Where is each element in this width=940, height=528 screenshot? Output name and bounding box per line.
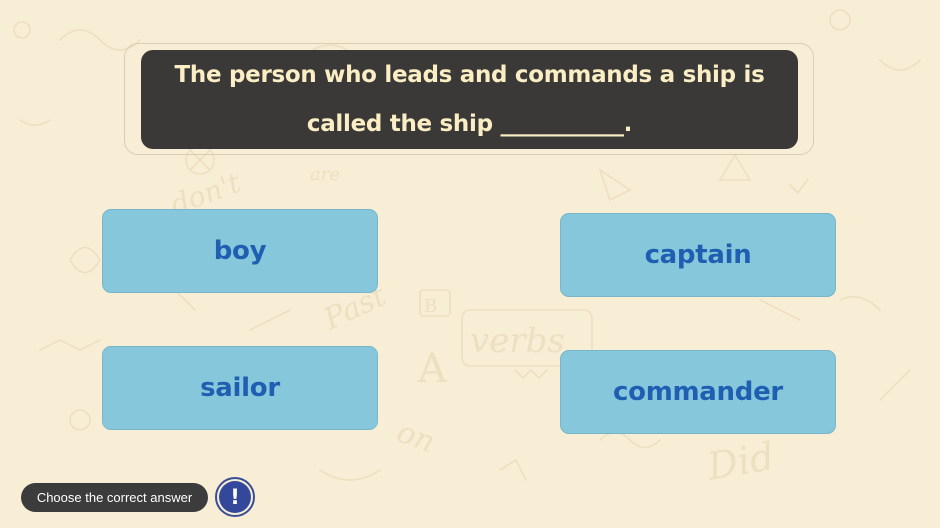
question-line-1: The person who leads and commands a ship…: [174, 61, 765, 88]
instruction-text: Choose the correct answer: [36, 490, 193, 505]
question-line-2: called the ship ___________.: [306, 110, 633, 137]
answer-option-captain[interactable]: captain: [560, 213, 836, 297]
svg-text:verbs: verbs: [470, 321, 565, 361]
svg-text:A: A: [417, 346, 448, 392]
answer-option-sailor[interactable]: sailor: [102, 346, 378, 430]
svg-text:are: are: [310, 164, 340, 185]
exclamation-icon: !: [219, 481, 251, 513]
svg-text:B: B: [424, 296, 437, 317]
answer-option-boy[interactable]: boy: [102, 209, 378, 293]
answer-label: commander: [613, 377, 783, 407]
svg-text:on: on: [392, 415, 439, 461]
instruction-pill: Choose the correct answer: [21, 483, 208, 512]
answer-label: captain: [644, 240, 752, 270]
answer-label: boy: [213, 236, 267, 266]
question-card: The person who leads and commands a ship…: [141, 50, 798, 149]
answer-label: sailor: [200, 373, 280, 403]
answer-option-commander[interactable]: commander: [560, 350, 836, 434]
svg-text:Did: Did: [703, 434, 778, 489]
hint-button[interactable]: !: [215, 477, 255, 517]
question-text: The person who leads and commands a ship…: [175, 51, 765, 149]
